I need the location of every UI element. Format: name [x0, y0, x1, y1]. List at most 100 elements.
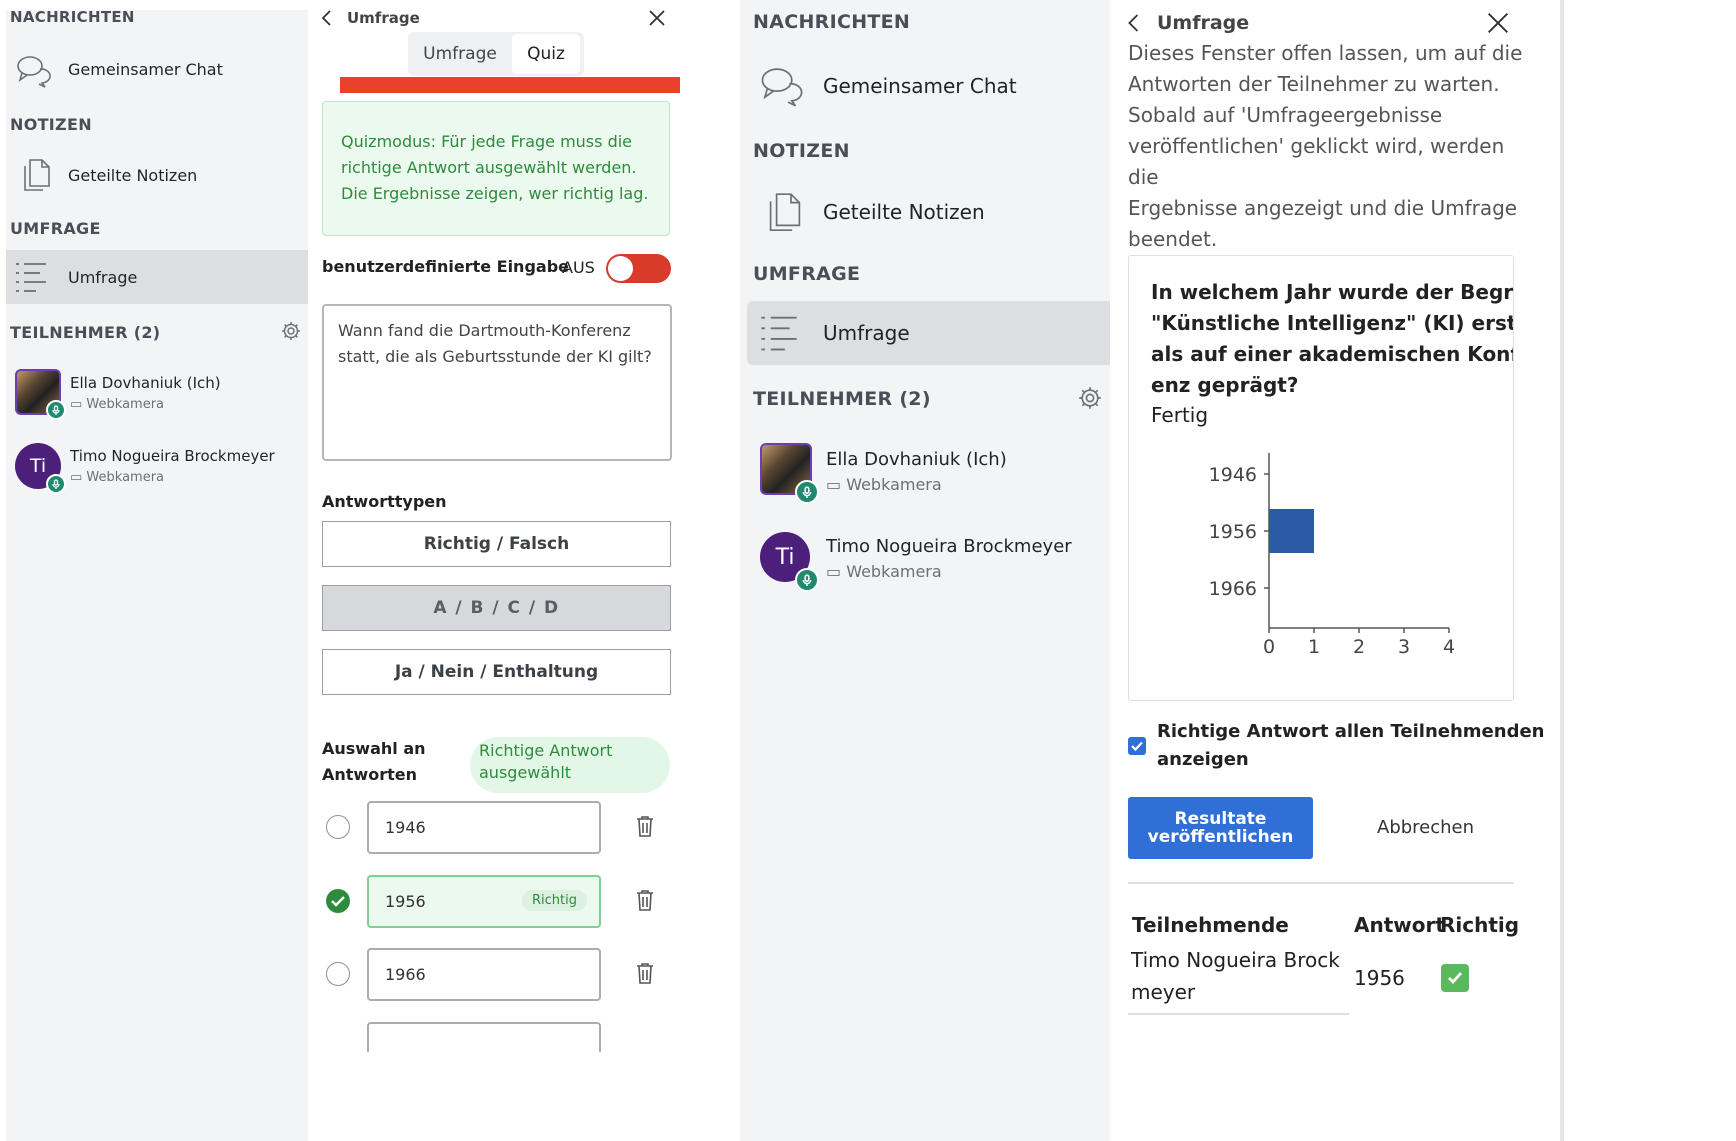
answer-input-partial[interactable]: [367, 1022, 601, 1052]
user-row[interactable]: Ella Dovhaniuk (Ich) ▭ Webkamera: [6, 366, 308, 420]
question-line: als auf einer akademischen Konfer: [1151, 342, 1514, 366]
custom-input-toggle[interactable]: [606, 254, 671, 283]
selection-label-line1: Auswahl an: [322, 739, 426, 758]
public-chat-label: Gemeinsamer Chat: [68, 60, 223, 79]
panel-title: Umfrage: [347, 9, 420, 27]
question-title: In welchem Jahr wurde der Begriff "Künst…: [1151, 277, 1514, 401]
gear-icon[interactable]: [1078, 386, 1102, 414]
answer-input[interactable]: 1966: [367, 948, 601, 1001]
y-tick-label: 1966: [1209, 578, 1257, 600]
user-row[interactable]: Ti Timo Nogueira Brockmeyer ▭ Webkamera: [6, 440, 308, 494]
participants-section-title: TEILNEHMER (2): [10, 323, 161, 342]
mode-tabs: Umfrage Quiz: [408, 32, 584, 76]
progress-bar-red: [340, 77, 680, 93]
user-name: Ella Dovhaniuk (Ich): [826, 449, 1007, 470]
question-textarea[interactable]: Wann fand die Dartmouth-Konferenz statt,…: [322, 304, 672, 461]
correct-checkmark-icon: [1441, 964, 1469, 992]
camera-icon: ▭: [826, 562, 847, 581]
shared-notes-item[interactable]: Geteilte Notizen: [6, 152, 308, 198]
info-line: veröffentlichen' geklickt wird, werden d…: [1128, 134, 1505, 189]
info-line: Ergebnisse angezeigt und die Umfrage: [1128, 196, 1518, 220]
close-icon[interactable]: [1486, 11, 1510, 39]
participant-name-line1: Timo Nogueira Brock: [1131, 948, 1340, 972]
shared-notes-item[interactable]: Geteilte Notizen: [740, 186, 1110, 236]
results-card: In welchem Jahr wurde der Begriff "Künst…: [1128, 255, 1514, 701]
question-text: Wann fand die Dartmouth-Konferenz statt,…: [338, 321, 652, 366]
correct-selected-line2: ausgewählt: [479, 763, 572, 782]
gear-icon[interactable]: [281, 321, 301, 345]
poll-section-title: UMFRAGE: [10, 219, 101, 238]
trash-icon[interactable]: [635, 815, 655, 841]
webcam-label: Webkamera: [86, 397, 165, 412]
trash-icon[interactable]: [635, 962, 655, 988]
poll-item-label: Umfrage: [68, 268, 138, 287]
row-divider: [1128, 1013, 1349, 1015]
notes-section-title: NOTIZEN: [10, 115, 92, 134]
table-header-answer: Antwort: [1354, 913, 1445, 937]
correct-selected-line1: Richtige Antwort: [479, 741, 613, 760]
cancel-button[interactable]: Abbrechen: [1377, 817, 1474, 838]
poll-item[interactable]: Umfrage: [6, 250, 308, 304]
answer-types-title: Antworttypen: [322, 492, 447, 511]
back-chevron-icon[interactable]: [320, 9, 334, 31]
publish-results-button[interactable]: Resultate veröffentlichen: [1128, 797, 1313, 859]
public-chat-item[interactable]: Gemeinsamer Chat: [740, 60, 1110, 110]
webcam-label: Webkamera: [846, 562, 942, 581]
correct-selected-badge: Richtige Antwort ausgewählt: [470, 737, 670, 793]
shared-notes-label: Geteilte Notizen: [68, 166, 198, 185]
documents-icon: [767, 189, 803, 237]
table-row: Timo Nogueira Brock meyer 1956: [1128, 945, 1518, 1013]
microphone-icon: [46, 400, 66, 420]
answer-input[interactable]: 1946: [367, 801, 601, 854]
question-line: In welchem Jahr wurde der Begriff: [1151, 280, 1514, 304]
messages-section-title: NACHRICHTEN: [753, 11, 911, 33]
y-tick-label: 1956: [1209, 521, 1257, 543]
user-name: Ella Dovhaniuk (Ich): [70, 374, 221, 392]
answer-type-yes-no-button[interactable]: Ja / Nein / Enthaltung: [322, 649, 671, 695]
public-chat-item[interactable]: Gemeinsamer Chat: [6, 48, 308, 94]
poll-item[interactable]: Umfrage: [747, 301, 1110, 365]
participants-section-title: TEILNEHMER (2): [753, 388, 931, 410]
participant-answer: 1956: [1354, 966, 1405, 990]
webcam-label: Webkamera: [846, 475, 942, 494]
notes-section-title: NOTIZEN: [753, 140, 850, 162]
quiz-info-box: Quizmodus: Für jede Frage muss die richt…: [322, 101, 670, 236]
x-tick-label: 0: [1263, 636, 1275, 658]
chat-bubbles-icon: [16, 52, 52, 92]
info-line: Dieses Fenster offen lassen, um auf die: [1128, 41, 1523, 65]
y-tick-label: 1946: [1209, 464, 1257, 486]
messages-section-title: NACHRICHTEN: [10, 8, 135, 26]
answer-value: 1956: [385, 892, 426, 911]
answer-radio[interactable]: [326, 815, 350, 839]
show-correct-label-line1: Richtige Antwort allen Teilnehmenden: [1157, 721, 1545, 742]
poll-section-title: UMFRAGE: [753, 263, 861, 285]
x-tick-label: 2: [1353, 636, 1365, 658]
user-row[interactable]: Ti Timo Nogueira Brockmeyer ▭ Webkamera: [740, 528, 1110, 592]
waiting-info-text: Dieses Fenster offen lassen, um auf die …: [1128, 38, 1528, 255]
documents-icon: [22, 156, 52, 196]
webcam-status: ▭ Webkamera: [70, 397, 164, 412]
answer-type-abcd-button[interactable]: A / B / C / D: [322, 585, 671, 631]
back-chevron-icon[interactable]: [1126, 12, 1142, 38]
chat-bubbles-icon: [760, 63, 804, 111]
answer-input-correct[interactable]: 1956 Richtig: [367, 875, 601, 928]
info-line: Sobald auf 'Umfrageergebnisse: [1128, 103, 1443, 127]
tab-poll[interactable]: Umfrage: [408, 32, 512, 76]
user-name: Timo Nogueira Brockmeyer: [826, 536, 1072, 557]
answer-radio[interactable]: [326, 962, 350, 986]
show-correct-label-line2: anzeigen: [1157, 749, 1249, 770]
tab-quiz[interactable]: Quiz: [512, 34, 580, 74]
trash-icon[interactable]: [635, 889, 655, 915]
user-row[interactable]: Ella Dovhaniuk (Ich) ▭ Webkamera: [740, 440, 1110, 504]
public-chat-label: Gemeinsamer Chat: [823, 74, 1017, 98]
close-icon[interactable]: [648, 9, 666, 31]
publish-label-line1: Resultate: [1174, 809, 1267, 829]
correct-tag: Richtig: [522, 890, 587, 911]
webcam-status: ▭ Webkamera: [70, 470, 164, 485]
show-correct-checkbox[interactable]: [1128, 737, 1146, 755]
poll-item-label: Umfrage: [823, 321, 910, 345]
webcam-status: ▭ Webkamera: [826, 475, 942, 494]
answer-type-true-false-button[interactable]: Richtig / Falsch: [322, 521, 671, 567]
answer-radio-checked[interactable]: [326, 889, 350, 913]
info-line: Antworten der Teilnehmer zu warten.: [1128, 72, 1500, 96]
